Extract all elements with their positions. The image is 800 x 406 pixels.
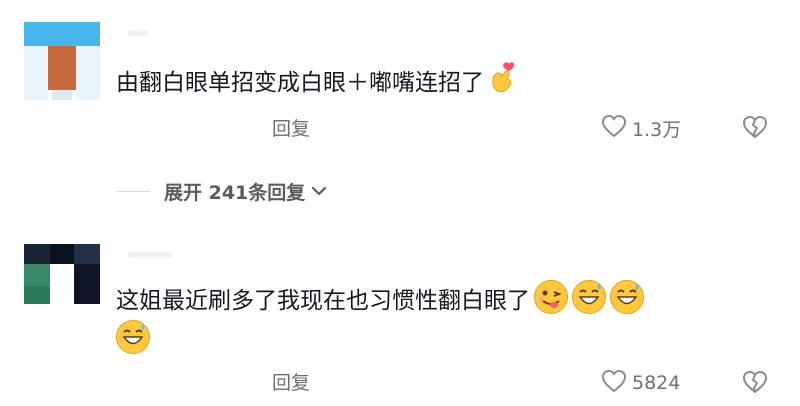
avatar[interactable] bbox=[24, 22, 100, 100]
heart-outline-icon bbox=[600, 368, 628, 398]
grinning-sweat-emoji-icon bbox=[572, 280, 606, 314]
like-count: 5824 bbox=[632, 372, 681, 394]
reply-button[interactable]: 回复 bbox=[272, 114, 310, 141]
expand-replies-button[interactable]: 展开 241条回复 bbox=[164, 178, 327, 205]
comment-text: 由翻白眼单招变成白眼＋嘟嘴连招了 bbox=[116, 60, 676, 106]
winking-tongue-emoji-icon bbox=[534, 280, 568, 314]
expand-replies-label: 展开 241条回复 bbox=[164, 182, 306, 204]
grinning-sweat-emoji-icon bbox=[116, 320, 150, 354]
comment-body: 由翻白眼单招变成白眼＋嘟嘴连招了 bbox=[116, 70, 484, 96]
reply-button[interactable]: 回复 bbox=[272, 368, 310, 395]
dislike-button[interactable] bbox=[741, 114, 769, 144]
like-button[interactable]: 5824 bbox=[600, 368, 680, 398]
heart-outline-icon bbox=[600, 113, 628, 143]
username-placeholder[interactable] bbox=[128, 30, 148, 36]
grinning-sweat-emoji-icon bbox=[610, 280, 644, 314]
comment-text: 这姐最近刷多了我现在也习惯性翻白眼了 bbox=[116, 280, 756, 360]
username-placeholder[interactable] bbox=[128, 252, 172, 258]
expand-divider bbox=[116, 191, 150, 192]
dislike-button[interactable] bbox=[741, 369, 769, 399]
broken-heart-icon bbox=[741, 371, 769, 399]
like-count: 1.3万 bbox=[632, 118, 682, 141]
comment-body: 这姐最近刷多了我现在也习惯性翻白眼了 bbox=[116, 288, 530, 314]
heart-fingers-emoji-icon bbox=[490, 60, 516, 106]
broken-heart-icon bbox=[741, 116, 769, 144]
chevron-down-icon bbox=[311, 182, 327, 201]
like-button[interactable]: 1.3万 bbox=[600, 113, 681, 143]
avatar[interactable] bbox=[24, 244, 100, 304]
